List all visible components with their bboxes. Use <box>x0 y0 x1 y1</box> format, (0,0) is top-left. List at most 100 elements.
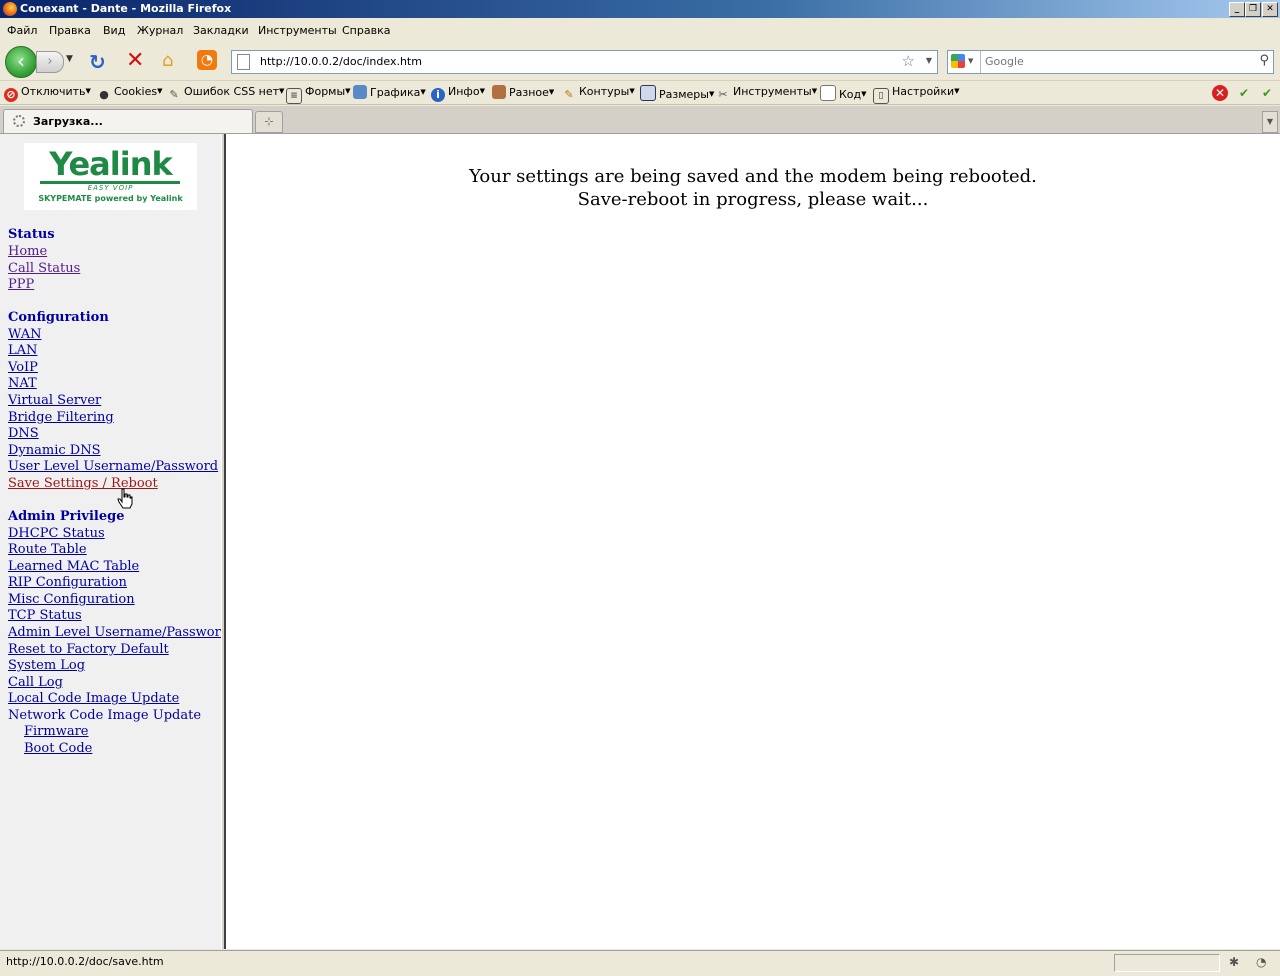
cookies-icon: ● <box>99 88 109 101</box>
heading-configuration: Configuration <box>8 310 109 325</box>
link-boot-code[interactable]: Boot Code <box>24 741 92 757</box>
js-valid-icon[interactable]: ✔ <box>1259 85 1275 101</box>
link-voip[interactable]: VoIP <box>8 360 38 376</box>
pencil-icon: ✎ <box>169 88 179 101</box>
info-menu[interactable]: i Инфо▼ <box>431 85 485 102</box>
search-input[interactable] <box>985 54 1245 68</box>
source-icon <box>820 85 836 101</box>
yealink-logo: Yealink EASY VOIP SKYPEMATE powered by Y… <box>24 143 197 210</box>
search-icon[interactable]: ⚲ <box>1259 53 1269 68</box>
tab-list-icon[interactable]: ▼ <box>1262 111 1278 133</box>
link-call-status[interactable]: Call Status <box>8 261 80 277</box>
menu-tools[interactable]: Инструменты <box>258 24 337 37</box>
link-bridge-filtering[interactable]: Bridge Filtering <box>8 410 114 426</box>
minimize-button[interactable]: _ <box>1229 2 1245 17</box>
link-rip-configuration[interactable]: RIP Configuration <box>8 575 127 591</box>
disable-menu[interactable]: ⊘ Отключить▼ <box>4 85 91 102</box>
link-user-password[interactable]: User Level Username/Password <box>8 459 218 475</box>
rss-status-icon[interactable]: ◔ <box>1256 955 1266 969</box>
menu-file[interactable]: Файл <box>7 24 37 37</box>
url-dropdown-icon[interactable]: ▼ <box>926 56 932 65</box>
menu-view[interactable]: Вид <box>103 24 125 37</box>
forms-menu[interactable]: ≡ Формы▼ <box>286 85 351 104</box>
misc-menu[interactable]: Разное▼ <box>492 85 554 99</box>
link-dns[interactable]: DNS <box>8 426 39 442</box>
google-icon[interactable] <box>951 54 965 68</box>
progress-panel <box>1114 954 1220 972</box>
tab-loading[interactable]: Загрузка... <box>3 109 253 133</box>
outline-menu[interactable]: ✎ Контуры▼ <box>562 85 634 102</box>
home-icon[interactable]: ⌂ <box>162 50 173 71</box>
link-system-log[interactable]: System Log <box>8 658 85 674</box>
css-menu[interactable]: ✎ Ошибок CSS нет▼ <box>167 85 284 102</box>
link-home[interactable]: Home <box>8 244 47 260</box>
menu-bookmarks[interactable]: Закладки <box>193 24 249 37</box>
link-wan[interactable]: WAN <box>8 327 41 343</box>
menu-edit[interactable]: Правка <box>49 24 91 37</box>
new-tab-button[interactable]: ⊹ <box>255 111 283 133</box>
images-menu[interactable]: Графика▼ <box>353 85 426 99</box>
status-text: http://10.0.0.2/doc/save.htm <box>6 955 164 968</box>
link-ppp[interactable]: PPP <box>8 277 34 293</box>
source-menu[interactable]: Код▼ <box>820 85 867 101</box>
menu-help[interactable]: Справка <box>342 24 390 37</box>
close-button[interactable]: ✕ <box>1262 2 1278 17</box>
options-menu[interactable]: ▯ Настройки▼ <box>873 85 960 104</box>
options-label: Настройки <box>892 85 955 98</box>
link-lan[interactable]: LAN <box>8 343 37 359</box>
link-factory-reset[interactable]: Reset to Factory Default <box>8 642 169 658</box>
link-admin-password[interactable]: Admin Level Username/Password <box>8 625 221 641</box>
window-title-bar: Conexant - Dante - Mozilla Firefox _ ❐ ✕ <box>0 0 1280 18</box>
css-valid-icon[interactable]: ✔ <box>1236 85 1252 101</box>
link-call-log[interactable]: Call Log <box>8 675 63 691</box>
cookies-label: Cookies <box>114 85 158 98</box>
url-text[interactable]: http://10.0.0.2/doc/index.htm <box>260 55 422 68</box>
loading-spinner-icon <box>13 115 25 127</box>
errors-icon[interactable]: ✕ <box>1212 85 1228 101</box>
link-local-code-update[interactable]: Local Code Image Update <box>8 691 179 707</box>
link-firmware[interactable]: Firmware <box>24 724 89 740</box>
link-dhcpc-status[interactable]: DHCPC Status <box>8 526 105 542</box>
logo-tagline: EASY VOIP <box>87 184 134 192</box>
link-save-reboot[interactable]: Save Settings / Reboot <box>8 476 158 492</box>
disable-icon: ⊘ <box>4 88 18 102</box>
firefox-icon <box>3 2 17 16</box>
link-virtual-server[interactable]: Virtual Server <box>8 393 101 409</box>
link-dynamic-dns[interactable]: Dynamic DNS <box>8 443 101 459</box>
forward-button[interactable]: › <box>36 51 64 73</box>
stop-icon[interactable]: ✕ <box>126 48 144 73</box>
maximize-button[interactable]: ❐ <box>1245 2 1261 17</box>
options-icon: ▯ <box>873 88 889 104</box>
info-label: Инфо <box>448 85 480 98</box>
page-content: Yealink EASY VOIP SKYPEMATE powered by Y… <box>0 134 1280 949</box>
outline-icon: ✎ <box>564 88 574 101</box>
link-route-table[interactable]: Route Table <box>8 542 87 558</box>
search-bar[interactable]: ▼ ⚲ <box>947 50 1274 74</box>
reload-icon[interactable]: ↻ <box>89 50 106 74</box>
network-code-update-label: Network Code Image Update <box>8 708 202 723</box>
rss-icon[interactable]: ◔ <box>197 50 217 70</box>
engine-dropdown-icon[interactable]: ▼ <box>968 57 973 65</box>
back-button[interactable]: ‹ <box>5 46 37 78</box>
link-misc-configuration[interactable]: Misc Configuration <box>8 592 135 608</box>
link-learned-mac-table[interactable]: Learned MAC Table <box>8 559 139 575</box>
tools-menu[interactable]: ✂ Инструменты▼ <box>716 85 817 102</box>
menu-history[interactable]: Журнал <box>137 24 183 37</box>
cookies-menu[interactable]: ● Cookies▼ <box>97 85 162 102</box>
link-tcp-status[interactable]: TCP Status <box>8 608 82 624</box>
forms-icon: ≡ <box>286 88 302 104</box>
firebug-icon[interactable]: ✱ <box>1229 955 1239 969</box>
address-bar[interactable]: http://10.0.0.2/doc/index.htm ☆ ▼ <box>231 50 938 74</box>
resize-icon <box>640 85 656 101</box>
tab-label: Загрузка... <box>33 115 103 128</box>
info-icon: i <box>431 88 445 102</box>
tools-icon: ✂ <box>718 88 728 101</box>
history-dropdown-icon[interactable]: ▼ <box>66 54 73 64</box>
forms-label: Формы <box>305 85 346 98</box>
resize-menu[interactable]: Размеры▼ <box>640 85 714 101</box>
link-nat[interactable]: NAT <box>8 376 37 392</box>
save-message-line2: Save-reboot in progress, please wait... <box>577 189 929 210</box>
source-label: Код <box>839 88 862 101</box>
misc-label: Разное <box>509 86 549 99</box>
bookmark-star-icon[interactable]: ☆ <box>902 52 915 70</box>
